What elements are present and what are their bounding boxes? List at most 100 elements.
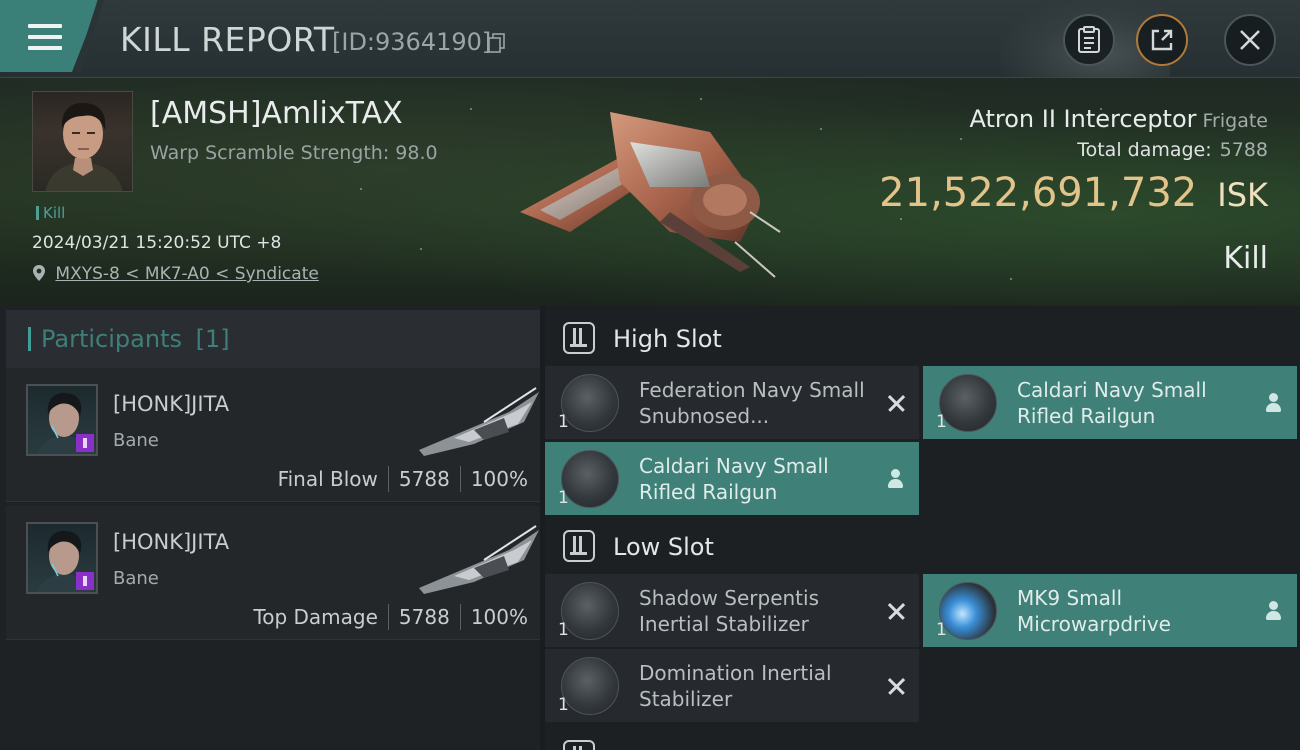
module-slot[interactable]: 1 Caldari Navy Small Rifled Railgun [923,366,1297,439]
low-slot-icon [563,530,595,562]
module-quantity: 1 [558,620,569,640]
participant-role: Final Blow [277,467,378,491]
low-slot-header: Low Slot [545,516,1300,576]
destroyed-icon [885,675,907,697]
module-quantity: 1 [936,620,947,640]
inertial-stabilizer-module-icon [561,657,619,715]
participants-panel: Participants [1] [HONK]JITA Bane Final B… [0,306,540,750]
participant-damage: 5788 [398,605,450,629]
victim-portrait[interactable] [32,91,133,192]
inertial-stabilizer-module-icon [561,582,619,640]
top-bar: KILL REPORT [ID:9364190] [0,0,1300,78]
corp-role-badge [76,434,94,452]
module-name: Shadow Serpentis Inertial Stabilizer [639,586,819,636]
module-quantity: 1 [558,695,569,715]
participants-title: Participants [41,325,182,353]
ship-name-text[interactable]: Atron II Interceptor [970,105,1197,133]
kill-tag: Kill [36,204,65,222]
pilot-portrait-image [45,102,123,191]
module-name: Federation Navy Small Snubnosed... [639,378,865,428]
participant-ship-image[interactable] [414,520,539,600]
participant-name[interactable]: [HONK]JITA [113,530,229,554]
participant-name[interactable]: [HONK]JITA [113,392,229,416]
isk-value: 21,522,691,732 ISK [879,170,1268,216]
page-title: KILL REPORT [120,20,335,59]
participant-ship: Bane [113,430,159,451]
slot-icon [563,740,595,750]
destroyed-icon [885,392,907,414]
module-name: Caldari Navy Small Rifled Railgun [639,454,829,504]
total-damage-label: Total damage: [1077,139,1212,161]
low-slot-label: Low Slot [613,533,714,561]
close-icon [1240,30,1260,50]
total-damage: Total damage: 5788 [1077,139,1268,161]
share-external-icon [1151,29,1173,51]
module-slot[interactable]: 1 Domination Inertial Stabilizer [545,649,919,722]
victim-header: [AMSH]AmlixTAX Warp Scramble Strength: 9… [0,78,1300,306]
hamburger-menu-icon [28,24,62,57]
stats-divider [387,604,389,630]
next-slot-header [545,726,1300,750]
destroyed-icon [885,600,907,622]
stats-divider [387,466,389,492]
kill-location[interactable]: MXYS-8 < MK7-A0 < Syndicate [32,264,319,284]
module-slot[interactable]: 1 Shadow Serpentis Inertial Stabilizer [545,574,919,647]
dropped-person-icon [1263,392,1285,414]
participant-stats: Final Blow 5788 100% [278,466,528,492]
location-pin-icon [33,265,45,281]
module-name: Domination Inertial Stabilizer [639,661,832,711]
railgun-module-icon [939,374,997,432]
participant-percent: 100% [470,605,528,629]
isk-amount: 21,522,691,732 [879,170,1198,216]
close-button[interactable] [1224,14,1276,66]
menu-button[interactable] [0,0,100,72]
module-name: Caldari Navy Small Rifled Railgun [1017,378,1207,428]
victim-ship-name: Atron II Interceptor Frigate [970,105,1269,133]
stats-divider [459,604,461,630]
stats-divider [459,466,461,492]
module-quantity: 1 [558,412,569,432]
microwarpdrive-module-icon [939,582,997,640]
participants-count: [1] [195,325,230,353]
isk-unit: ISK [1217,176,1268,214]
participant-stats: Top Damage 5788 100% [253,604,528,630]
high-slot-icon [563,322,595,354]
high-slot-header: High Slot [545,308,1300,368]
participant-ship-image[interactable] [414,382,539,462]
total-damage-value: 5788 [1219,139,1268,161]
module-slot[interactable]: 1 Federation Navy Small Snubnosed... [545,366,919,439]
railgun-module-icon [561,450,619,508]
victim-name[interactable]: [AMSH]AmlixTAX [150,96,403,131]
dropped-person-icon [1263,600,1285,622]
location-link[interactable]: MXYS-8 < MK7-A0 < Syndicate [55,264,318,284]
participant-damage: 5788 [398,467,450,491]
corp-role-badge [76,572,94,590]
participant-portrait[interactable] [26,522,98,594]
clipboard-button[interactable] [1063,14,1115,66]
fitting-panel: High Slot 1 Federation Navy Small Snubno… [545,306,1300,750]
participant-portrait[interactable] [26,384,98,456]
report-id: [ID:9364190] [332,28,492,56]
victim-ship-image[interactable] [510,92,785,292]
dropped-person-icon [885,468,907,490]
participant-role: Top Damage [253,605,378,629]
ship-class: Frigate [1202,110,1268,132]
warp-scramble-strength: Warp Scramble Strength: 98.0 [150,142,438,164]
high-slot-label: High Slot [613,325,722,353]
result-label: Kill [1223,241,1268,276]
participant-percent: 100% [470,467,528,491]
kill-datetime: 2024/03/21 15:20:52 UTC +8 [32,233,282,253]
module-quantity: 1 [936,412,947,432]
participants-header[interactable]: Participants [1] [6,310,540,368]
clipboard-icon [1078,26,1100,53]
module-name: MK9 Small Microwarpdrive [1017,586,1171,636]
module-slot[interactable]: 1 Caldari Navy Small Rifled Railgun [545,442,919,515]
share-button[interactable] [1136,14,1188,66]
participant-row[interactable]: [HONK]JITA Bane Final Blow 5788 100% [6,368,540,502]
copy-icon[interactable] [488,33,506,53]
participant-row[interactable]: [HONK]JITA Bane Top Damage 5788 100% [6,506,540,640]
railgun-module-icon [561,374,619,432]
module-quantity: 1 [558,488,569,508]
participant-ship: Bane [113,568,159,589]
module-slot[interactable]: 1 MK9 Small Microwarpdrive [923,574,1297,647]
